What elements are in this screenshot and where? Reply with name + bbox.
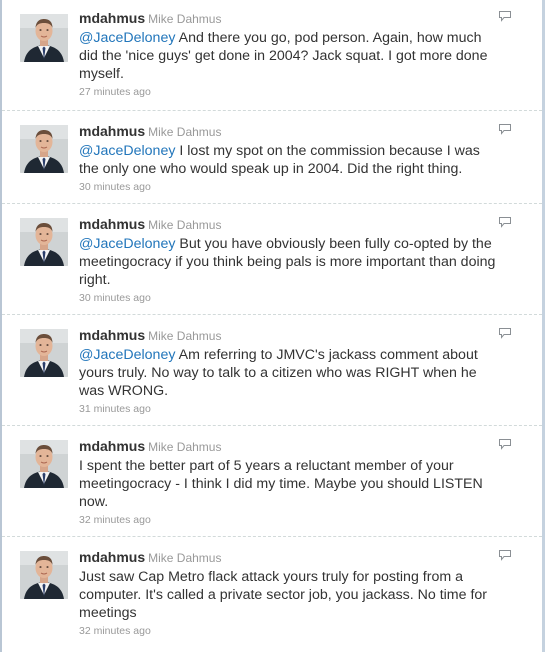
tweet-header: mdahmus Mike Dahmus — [79, 10, 502, 28]
reply-icon[interactable] — [498, 10, 512, 22]
reply-icon[interactable] — [498, 549, 512, 561]
avatar[interactable] — [20, 551, 68, 599]
avatar[interactable] — [20, 218, 68, 266]
avatar[interactable] — [20, 125, 68, 173]
full-name: Mike Dahmus — [148, 125, 222, 139]
avatar[interactable] — [20, 329, 68, 377]
tweet-header: mdahmus Mike Dahmus — [79, 216, 502, 234]
screen-name-link[interactable]: mdahmus — [79, 549, 145, 565]
tweet-text: @JaceDeloney I lost my spot on the commi… — [79, 142, 502, 178]
tweet-header: mdahmus Mike Dahmus — [79, 549, 502, 567]
timestamp-link[interactable]: 30 minutes ago — [79, 181, 502, 194]
screen-name-link[interactable]: mdahmus — [79, 123, 145, 139]
reply-icon[interactable] — [498, 327, 512, 339]
tweet-header: mdahmus Mike Dahmus — [79, 438, 502, 456]
screen-name-link[interactable]: mdahmus — [79, 438, 145, 454]
reply-icon[interactable] — [498, 216, 512, 228]
tweet-timeline: mdahmus Mike Dahmus @JaceDeloney And ther… — [2, 0, 542, 652]
full-name: Mike Dahmus — [148, 551, 222, 565]
tweet-body: Just saw Cap Metro flack attack yours tr… — [79, 569, 488, 621]
tweet-text: Just saw Cap Metro flack attack yours tr… — [79, 568, 502, 622]
timestamp-link[interactable]: 31 minutes ago — [79, 403, 502, 416]
avatar[interactable] — [20, 14, 68, 62]
timestamp-link[interactable]: 32 minutes ago — [79, 625, 502, 638]
reply-icon[interactable] — [498, 438, 512, 450]
tweet: mdahmus Mike Dahmus Just saw Cap Metro fl… — [2, 537, 542, 652]
reply-icon[interactable] — [498, 123, 512, 135]
timestamp-link[interactable]: 27 minutes ago — [79, 86, 502, 99]
tweet-header: mdahmus Mike Dahmus — [79, 123, 502, 141]
mention-link[interactable]: @JaceDeloney — [79, 30, 175, 46]
tweet-text: @JaceDeloney But you have obviously been… — [79, 235, 502, 289]
full-name: Mike Dahmus — [148, 12, 222, 26]
timestamp-link[interactable]: 32 minutes ago — [79, 514, 502, 527]
tweet-text: @JaceDeloney And there you go, pod perso… — [79, 29, 502, 83]
tweet: mdahmus Mike Dahmus @JaceDeloney And ther… — [2, 0, 542, 111]
tweet: mdahmus Mike Dahmus I spent the better pa… — [2, 426, 542, 537]
mention-link[interactable]: @JaceDeloney — [79, 347, 175, 363]
timestamp-link[interactable]: 30 minutes ago — [79, 292, 502, 305]
mention-link[interactable]: @JaceDeloney — [79, 236, 175, 252]
tweet-text: @JaceDeloney Am referring to JMVC's jack… — [79, 346, 502, 400]
avatar[interactable] — [20, 440, 68, 488]
tweet-text: I spent the better part of 5 years a rel… — [79, 457, 502, 511]
full-name: Mike Dahmus — [148, 329, 222, 343]
tweet: mdahmus Mike Dahmus @JaceDeloney But you … — [2, 204, 542, 315]
tweet: mdahmus Mike Dahmus @JaceDeloney Am refer… — [2, 315, 542, 426]
screen-name-link[interactable]: mdahmus — [79, 216, 145, 232]
full-name: Mike Dahmus — [148, 218, 222, 232]
mention-link[interactable]: @JaceDeloney — [79, 143, 175, 159]
screen-name-link[interactable]: mdahmus — [79, 327, 145, 343]
screen-name-link[interactable]: mdahmus — [79, 10, 145, 26]
full-name: Mike Dahmus — [148, 440, 222, 454]
tweet-body: I spent the better part of 5 years a rel… — [79, 458, 483, 510]
tweet-header: mdahmus Mike Dahmus — [79, 327, 502, 345]
tweet: mdahmus Mike Dahmus @JaceDeloney I lost m… — [2, 111, 542, 204]
